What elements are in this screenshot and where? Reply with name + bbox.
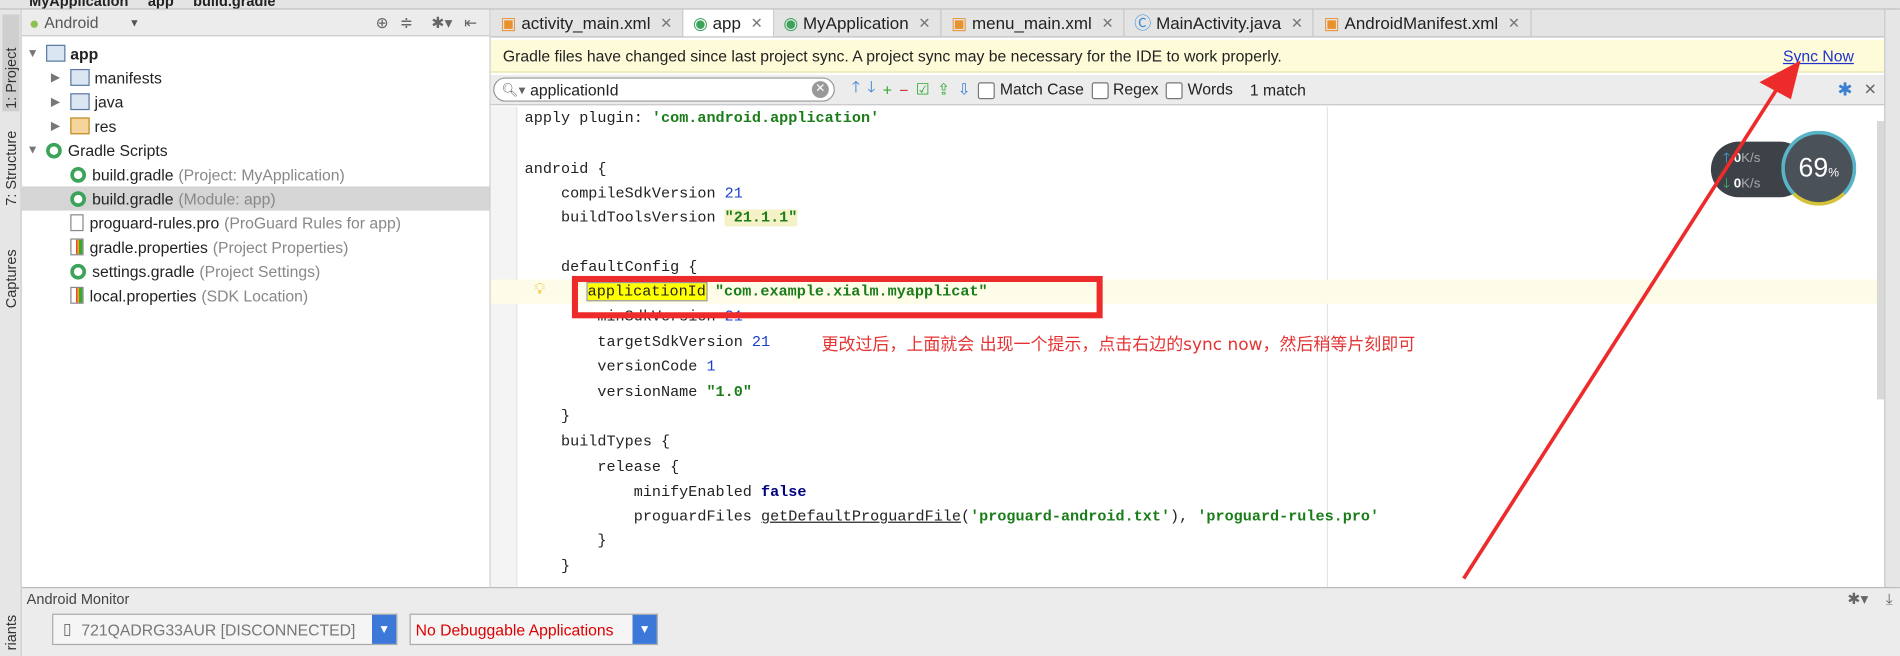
phone-icon: ▯ [63, 619, 72, 638]
hide-panel-icon[interactable]: ⤓ [1886, 589, 1893, 608]
process-dropdown[interactable]: No Debuggable Applications ▼ [409, 613, 658, 646]
annotation-arrow [1462, 60, 1801, 580]
gear-icon[interactable]: ✱▾ [1847, 589, 1868, 608]
chevron-down-icon: ▼ [371, 614, 397, 644]
device-dropdown[interactable]: ▯ 721QADRG33AUR [DISCONNECTED] ▼ [52, 613, 398, 646]
android-monitor-panel: Android Monitor ✱▾ ⤓ ▯ 721QADRG33AUR [DI… [21, 586, 1900, 656]
chevron-down-icon: ▼ [632, 614, 657, 644]
panel-title: Android Monitor [26, 590, 130, 608]
